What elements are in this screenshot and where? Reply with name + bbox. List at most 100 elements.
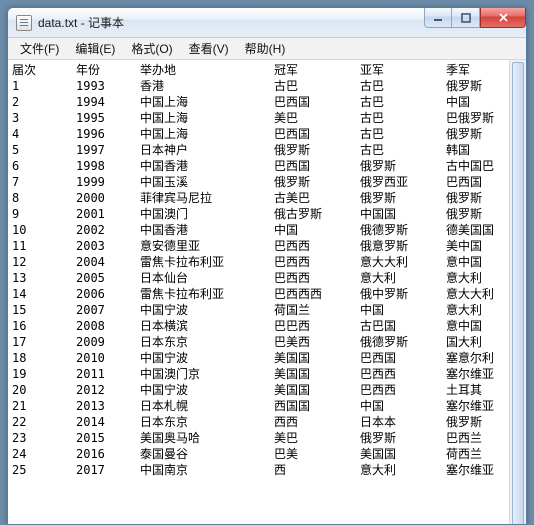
table-cell: 20 xyxy=(12,382,76,398)
text-content[interactable]: 届次年份举办地冠军亚军季军 11993香港古巴古巴俄罗斯21994中国上海巴西国… xyxy=(8,60,526,524)
table-cell: 2011 xyxy=(76,366,140,382)
window-title: data.txt - 记事本 xyxy=(38,14,124,31)
table-cell: 中国玉溪 xyxy=(140,174,274,190)
table-cell: 1997 xyxy=(76,142,140,158)
table-cell: 2012 xyxy=(76,382,140,398)
table-cell: 古巴 xyxy=(360,142,446,158)
table-cell: 23 xyxy=(12,430,76,446)
table-cell: 巴西国 xyxy=(274,126,360,142)
table-cell: 2007 xyxy=(76,302,140,318)
table-cell: 中国南京 xyxy=(140,462,274,478)
table-cell: 巴西国 xyxy=(360,350,446,366)
table-row: 11993香港古巴古巴俄罗斯 xyxy=(12,78,526,94)
table-row: 21994中国上海巴西国古巴中国 xyxy=(12,94,526,110)
table-cell: 22 xyxy=(12,414,76,430)
table-cell: 15 xyxy=(12,302,76,318)
table-row: 152007中国宁波荷国兰中国意大利 xyxy=(12,302,526,318)
table-cell: 6 xyxy=(12,158,76,174)
table-cell: 俄罗斯 xyxy=(360,430,446,446)
table-cell: 中国宁波 xyxy=(140,302,274,318)
close-button[interactable] xyxy=(480,8,526,28)
table-cell: 巴西西西 xyxy=(274,286,360,302)
vertical-scrollbar[interactable] xyxy=(509,60,526,524)
table-cell: 泰国曼谷 xyxy=(140,446,274,462)
table-cell: 雷焦卡拉布利亚 xyxy=(140,254,274,270)
table-cell: 俄罗斯 xyxy=(274,142,360,158)
close-icon xyxy=(498,12,509,23)
table-cell: 25 xyxy=(12,462,76,478)
table-cell: 1999 xyxy=(76,174,140,190)
menu-format[interactable]: 格式(O) xyxy=(123,38,180,59)
table-cell: 古巴 xyxy=(360,126,446,142)
table-row: 182010中国宁波美国国巴西国塞意尔利 xyxy=(12,350,526,366)
notepad-window: data.txt - 记事本 文件(F) 编辑(E) 格式(O) 查看(V) 帮… xyxy=(7,7,527,525)
menu-edit[interactable]: 编辑(E) xyxy=(67,38,123,59)
table-cell: 2008 xyxy=(76,318,140,334)
table-cell: 俄中罗斯 xyxy=(360,286,446,302)
menubar: 文件(F) 编辑(E) 格式(O) 查看(V) 帮助(H) xyxy=(8,38,526,60)
table-cell: 俄罗斯 xyxy=(360,158,446,174)
table-cell: 巴西西 xyxy=(274,238,360,254)
table-cell: 中国上海 xyxy=(140,110,274,126)
table-cell: 中国香港 xyxy=(140,222,274,238)
table-cell: 17 xyxy=(12,334,76,350)
table-cell: 中国上海 xyxy=(140,94,274,110)
table-cell: 意大利 xyxy=(360,270,446,286)
table-cell: 日本横滨 xyxy=(140,318,274,334)
table-cell: 1 xyxy=(12,78,76,94)
table-cell: 11 xyxy=(12,238,76,254)
table-cell: 1998 xyxy=(76,158,140,174)
table-cell: 2010 xyxy=(76,350,140,366)
table-cell: 香港 xyxy=(140,78,274,94)
table-header-cell: 冠军 xyxy=(274,62,360,78)
table-cell: 古巴 xyxy=(274,78,360,94)
table-cell: 中国上海 xyxy=(140,126,274,142)
table-cell: 西西 xyxy=(274,414,360,430)
table-cell: 俄罗西亚 xyxy=(360,174,446,190)
table-cell: 古巴 xyxy=(360,94,446,110)
table-cell: 俄罗斯 xyxy=(274,174,360,190)
table-cell: 7 xyxy=(12,174,76,190)
table-cell: 中国香港 xyxy=(140,158,274,174)
table-cell: 中国澳门京 xyxy=(140,366,274,382)
table-cell: 意大大利 xyxy=(360,254,446,270)
table-cell: 中国宁波 xyxy=(140,382,274,398)
menu-file[interactable]: 文件(F) xyxy=(12,38,67,59)
table-row: 61998中国香港巴西国俄罗斯古中国巴 xyxy=(12,158,526,174)
table-cell: 10 xyxy=(12,222,76,238)
table-cell: 古巴国 xyxy=(360,318,446,334)
menu-help[interactable]: 帮助(H) xyxy=(237,38,294,59)
table-cell: 意安德里亚 xyxy=(140,238,274,254)
table-cell: 中国 xyxy=(360,302,446,318)
table-row: 82000菲律宾马尼拉古美巴俄罗斯俄罗斯 xyxy=(12,190,526,206)
table-cell: 1995 xyxy=(76,110,140,126)
table-row: 172009日本东京巴美西俄德罗斯国大利 xyxy=(12,334,526,350)
table-cell: 1996 xyxy=(76,126,140,142)
table-cell: 21 xyxy=(12,398,76,414)
table-cell: 美国国 xyxy=(274,366,360,382)
menu-view[interactable]: 查看(V) xyxy=(181,38,237,59)
table-cell: 中国 xyxy=(274,222,360,238)
table-cell: 2009 xyxy=(76,334,140,350)
text-area[interactable]: 届次年份举办地冠军亚军季军 11993香港古巴古巴俄罗斯21994中国上海巴西国… xyxy=(8,60,526,524)
table-row: 51997日本神户俄罗斯古巴韩国 xyxy=(12,142,526,158)
table-cell: 24 xyxy=(12,446,76,462)
table-cell: 美巴 xyxy=(274,110,360,126)
titlebar[interactable]: data.txt - 记事本 xyxy=(8,8,526,38)
table-row: 41996中国上海巴西国古巴俄罗斯 xyxy=(12,126,526,142)
scrollbar-thumb[interactable] xyxy=(512,62,524,524)
table-cell: 中国澳门 xyxy=(140,206,274,222)
table-header-cell: 亚军 xyxy=(360,62,446,78)
table-row: 112003意安德里亚巴西西俄意罗斯美中国 xyxy=(12,238,526,254)
maximize-button[interactable] xyxy=(452,8,480,28)
table-cell: 美国奥马哈 xyxy=(140,430,274,446)
table-cell: 3 xyxy=(12,110,76,126)
table-cell: 4 xyxy=(12,126,76,142)
table-cell: 巴西西 xyxy=(274,254,360,270)
table-row: 252017中国南京西意大利塞尔维亚 xyxy=(12,462,526,478)
table-row: 31995中国上海美巴古巴巴俄罗斯 xyxy=(12,110,526,126)
minimize-button[interactable] xyxy=(424,8,452,28)
table-cell: 巴西西 xyxy=(360,366,446,382)
table-header-cell: 年份 xyxy=(76,62,140,78)
table-cell: 美巴 xyxy=(274,430,360,446)
